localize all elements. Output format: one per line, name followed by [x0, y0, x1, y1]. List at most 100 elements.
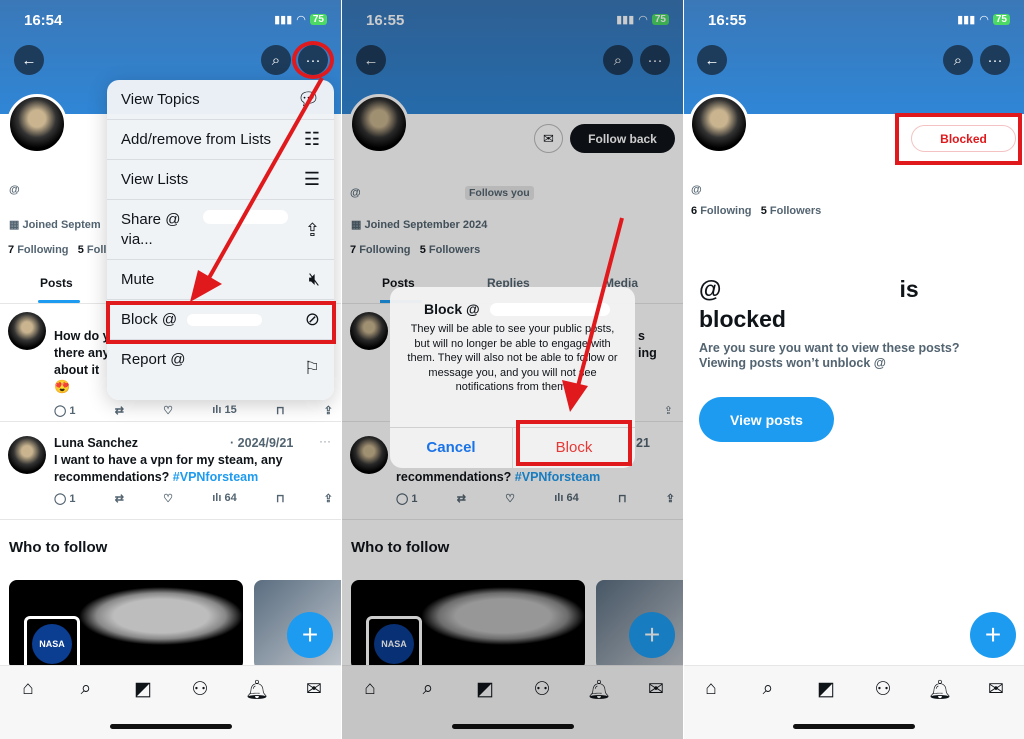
- dialog-body: They will be able to see your public pos…: [407, 323, 618, 393]
- home-indicator: [109, 724, 232, 729]
- post-emoji: 😍: [54, 379, 71, 394]
- hashtag-link[interactable]: #VPNforsteam: [173, 470, 258, 484]
- nav-communities-icon[interactable]: ⚇: [871, 678, 895, 701]
- view-posts-button[interactable]: View posts: [699, 397, 834, 442]
- handle: @: [9, 184, 20, 196]
- arrow-left-icon: ←: [21, 51, 37, 69]
- cancel-button[interactable]: Cancel: [390, 427, 512, 468]
- like-button[interactable]: ♡: [163, 492, 173, 505]
- menu-view-topics[interactable]: View Topics 💬︎: [107, 80, 334, 120]
- like-button[interactable]: ♡: [163, 404, 173, 417]
- status-time: 16:54: [24, 12, 63, 29]
- calendar-icon: ▦: [9, 219, 23, 231]
- suggestion-card-nasa[interactable]: NASA: [9, 580, 243, 672]
- tab-posts[interactable]: Posts: [40, 276, 73, 290]
- redacted-handle: [203, 210, 288, 224]
- status-icons: ▮▮▮ ◠ 75: [957, 13, 1010, 26]
- search-button[interactable]: ⌕: [261, 45, 291, 75]
- bookmark-button[interactable]: ⊓: [276, 404, 285, 417]
- battery-icon: 75: [309, 14, 327, 25]
- screen-block-dialog: 16:55 ▮▮▮ ◠ 75 ← ⌕ ··· ✉ Follow back @ Fol…: [342, 0, 683, 739]
- post-text: I want to have a vpn for my steam, any r…: [54, 453, 283, 484]
- menu-view-lists[interactable]: View Lists ☰: [107, 160, 334, 200]
- signal-icon: ▮▮▮: [957, 14, 976, 26]
- handle: @: [691, 184, 702, 196]
- follow-stats[interactable]: 6 Following 5 Followers: [691, 205, 821, 217]
- nav-grok-icon[interactable]: ◩: [814, 678, 838, 701]
- compose-fab[interactable]: +: [970, 612, 1016, 658]
- repost-button[interactable]: ⇄: [115, 404, 124, 417]
- nav-home-icon[interactable]: ⌂: [699, 678, 723, 700]
- compose-fab[interactable]: +: [287, 612, 333, 658]
- list-add-icon: ☷: [303, 129, 320, 149]
- post-text: How do y there any about it: [54, 329, 110, 377]
- nav-messages-icon[interactable]: ✉: [984, 678, 1008, 701]
- nav-grok-icon[interactable]: ◩: [131, 678, 155, 701]
- topics-icon: 💬︎: [297, 89, 320, 109]
- follow-stats[interactable]: 7 Following 5 Foll: [8, 244, 106, 256]
- blocked-subtitle: Are you sure you want to view these post…: [699, 341, 960, 370]
- joined-date: ▦ Joined Septem: [9, 219, 101, 231]
- post-actions: ◯ 1 ⇄ ♡ ılı 64 ⊓ ⇪: [54, 492, 333, 505]
- nav-home-icon[interactable]: ⌂: [16, 678, 40, 700]
- more-icon: ···: [987, 51, 1003, 69]
- share-button[interactable]: ⇪: [324, 404, 333, 417]
- views-count[interactable]: ılı 64: [212, 492, 236, 505]
- reply-button[interactable]: ◯ 1: [54, 404, 76, 417]
- battery-icon: 75: [992, 14, 1010, 25]
- tab-indicator: [38, 300, 80, 303]
- nav-notifications-icon[interactable]: 🔔︎: [928, 678, 952, 702]
- reply-button[interactable]: ◯ 1: [54, 492, 76, 505]
- status-time: 16:55: [708, 12, 747, 29]
- annotation-circle: [292, 41, 334, 79]
- dialog-title: Block @: [424, 301, 480, 317]
- repost-button[interactable]: ⇄: [115, 492, 124, 505]
- signal-icon: ▮▮▮: [274, 14, 293, 26]
- screen-blocked-profile: 16:55 ▮▮▮ ◠ 75 ← ⌕ ··· Blocked @ 6 Followi…: [684, 0, 1024, 739]
- who-to-follow-heading: Who to follow: [9, 539, 108, 556]
- avatar: [7, 94, 67, 154]
- redacted-handle: [490, 303, 610, 316]
- annotation-box: [106, 301, 336, 344]
- redacted-name: [6, 160, 111, 173]
- status-icons: ▮▮▮ ◠ 75: [274, 13, 327, 26]
- more-menu: View Topics 💬︎ Add/remove from Lists ☷ Vie…: [107, 80, 334, 400]
- annotation-box: [516, 420, 632, 466]
- post-item[interactable]: Luna Sanchez · 2024/9/21 ··· I want to ha…: [0, 422, 341, 520]
- avatar: [689, 94, 749, 154]
- share-button[interactable]: ⇪: [324, 492, 333, 505]
- nav-search-icon[interactable]: ⌕: [756, 678, 780, 700]
- wifi-icon: ◠: [296, 14, 306, 26]
- menu-mute[interactable]: Mute 🔇︎: [107, 260, 334, 300]
- annotation-box: [895, 113, 1022, 165]
- wifi-icon: ◠: [979, 14, 989, 26]
- post-header: Luna Sanchez · 2024/9/21: [54, 436, 294, 450]
- mute-icon: 🔇︎: [308, 269, 320, 289]
- nasa-logo: NASA: [24, 616, 80, 672]
- post-avatar: [8, 312, 46, 350]
- share-icon: ⇪: [304, 219, 320, 240]
- menu-report[interactable]: Report @ ⚐: [107, 340, 334, 400]
- search-icon: ⌕: [271, 51, 281, 69]
- plus-icon: +: [301, 619, 319, 650]
- nav-notifications-icon[interactable]: 🔔︎: [245, 678, 269, 702]
- nav-communities-icon[interactable]: ⚇: [188, 678, 212, 701]
- blocked-heading: @ is blocked: [699, 276, 919, 332]
- menu-add-remove-lists[interactable]: Add/remove from Lists ☷: [107, 120, 334, 160]
- post-actions: ◯ 1 ⇄ ♡ ılı 15 ⊓ ⇪: [54, 404, 333, 417]
- plus-icon: +: [984, 619, 1002, 650]
- views-count[interactable]: ılı 15: [212, 404, 236, 417]
- more-button[interactable]: ···: [980, 45, 1010, 75]
- back-button[interactable]: ←: [14, 45, 44, 75]
- post-more-icon[interactable]: ···: [319, 434, 331, 448]
- post-avatar: [8, 436, 46, 474]
- home-indicator: [793, 724, 915, 729]
- list-icon: ☰: [303, 169, 320, 189]
- back-button[interactable]: ←: [697, 45, 727, 75]
- search-icon: ⌕: [953, 51, 963, 69]
- nav-messages-icon[interactable]: ✉: [302, 678, 326, 701]
- bookmark-button[interactable]: ⊓: [276, 492, 285, 505]
- search-button[interactable]: ⌕: [943, 45, 973, 75]
- menu-share[interactable]: Share @ via... ⇪: [107, 200, 334, 260]
- nav-search-icon[interactable]: ⌕: [74, 678, 98, 700]
